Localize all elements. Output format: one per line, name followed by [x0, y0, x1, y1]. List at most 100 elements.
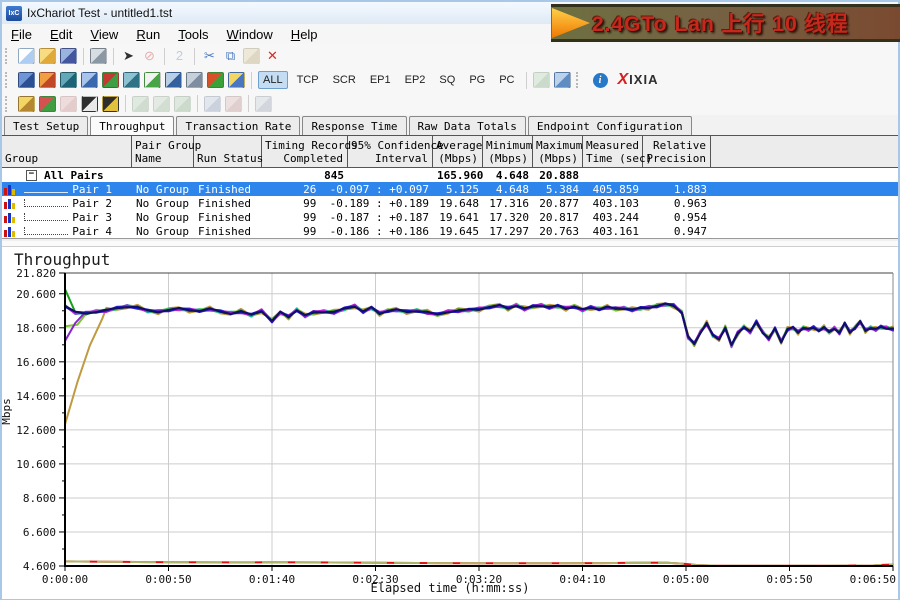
add-multicast-group-icon[interactable] — [81, 72, 98, 88]
y-tick-label: 10.600 — [16, 458, 56, 471]
new-group-icon[interactable] — [18, 96, 35, 112]
average-cell: 19.645 — [433, 225, 483, 238]
menu-item-tools[interactable]: Tools — [169, 26, 217, 43]
y-tick-label: 16.600 — [16, 356, 56, 369]
tab-endpoint-configuration[interactable]: Endpoint Configuration — [528, 116, 692, 135]
toolbar-separator — [197, 95, 198, 112]
run-status-cell: Finished — [194, 183, 262, 196]
collapse-icon[interactable]: − — [26, 170, 37, 181]
filter-pc[interactable]: PC — [494, 71, 519, 89]
replicate-pair-icon[interactable] — [207, 72, 224, 88]
toolbar-separator — [526, 72, 527, 89]
cut-icon[interactable]: ✂ — [201, 48, 218, 64]
menu-item-window[interactable]: Window — [218, 26, 282, 43]
column-header-1[interactable]: Pair GroupName — [132, 136, 194, 167]
open-test-icon[interactable] — [39, 48, 56, 64]
column-header-8[interactable]: MeasuredTime (sec) — [583, 136, 643, 167]
edit-pair-icon[interactable] — [144, 72, 161, 88]
add-video-pair-icon[interactable] — [60, 72, 77, 88]
add-pair-icon[interactable] — [18, 72, 35, 88]
banner-text: 2.4GTo Lan 上行 10 线程 — [592, 8, 849, 38]
add-voip-hardware-pair-icon[interactable] — [123, 72, 140, 88]
column-header-5[interactable]: Average(Mbps) — [433, 136, 483, 167]
filter-all[interactable]: ALL — [258, 71, 288, 89]
menu-item-file[interactable]: File — [2, 26, 41, 43]
menu-item-edit[interactable]: Edit — [41, 26, 81, 43]
average-cell: 19.648 — [433, 197, 483, 210]
filter-pg[interactable]: PG — [464, 71, 490, 89]
records-confidence-cell: 99 -0.186 : +0.186 — [262, 225, 433, 238]
column-header-4[interactable]: 95% ConfidenceInterval — [348, 136, 433, 167]
y-tick-label: 6.600 — [23, 526, 56, 539]
new-test-icon[interactable] — [18, 48, 35, 64]
menu-item-view[interactable]: View — [81, 26, 127, 43]
table-row-all-pairs[interactable]: −All Pairs845165.9604.64820.888 — [2, 168, 898, 182]
column-header-7[interactable]: Maximum(Mbps) — [533, 136, 583, 167]
toolbar-separator — [194, 48, 195, 65]
pair-chart-icon — [4, 184, 16, 195]
records-confidence-cell: 99 -0.189 : +0.189 — [262, 197, 433, 210]
swap-endpoints-icon[interactable] — [186, 72, 203, 88]
precision-cell: 0.954 — [643, 211, 711, 224]
tab-test-setup[interactable]: Test Setup — [4, 116, 88, 135]
promo-banner: 2.4GTo Lan 上行 10 线程 — [551, 4, 900, 42]
column-header-6[interactable]: Minimum(Mbps) — [483, 136, 533, 167]
info-icon[interactable]: i — [593, 73, 608, 88]
records-confidence-cell: 99 -0.187 : +0.187 — [262, 211, 433, 224]
add-voip-pair-icon[interactable] — [39, 72, 56, 88]
column-header-9[interactable]: RelativePrecision — [643, 136, 711, 167]
column-header-3[interactable]: Timing RecordsCompleted — [262, 136, 348, 167]
edit-script-icon[interactable] — [165, 72, 182, 88]
tab-response-time[interactable]: Response Time — [302, 116, 406, 135]
menu-item-run[interactable]: Run — [127, 26, 169, 43]
app-icon: IxC — [6, 6, 22, 21]
toolbar-grip[interactable] — [5, 96, 12, 112]
ixia-logo-text: IXIA — [629, 72, 658, 87]
group-cell: Pair 2 — [2, 196, 132, 210]
add-hardware-pair-icon[interactable] — [102, 72, 119, 88]
group-map-icon[interactable] — [39, 96, 56, 112]
tab-raw-data-totals[interactable]: Raw Data Totals — [409, 116, 526, 135]
table-header: GroupPair GroupNameRun StatusTiming Reco… — [2, 135, 898, 168]
toolbar-groups — [2, 92, 898, 116]
finish-flags-icon[interactable] — [81, 96, 98, 112]
minimum-cell: 4.648 — [483, 183, 533, 196]
filter-tcp[interactable]: TCP — [292, 71, 324, 89]
filter-scr[interactable]: SCR — [328, 71, 361, 89]
renumber-pairs-icon[interactable] — [228, 72, 245, 88]
delete-icon[interactable]: ✕ — [264, 48, 281, 64]
copy-icon[interactable]: ⧉ — [222, 48, 239, 64]
tab-throughput[interactable]: Throughput — [90, 116, 174, 136]
y-tick-label: 8.600 — [23, 492, 56, 505]
filter-ep1[interactable]: EP1 — [365, 71, 396, 89]
ixchariot-window: IxC IxChariot Test - untitled1.tst FileE… — [0, 0, 900, 600]
measured-time-cell: 403.244 — [583, 211, 643, 224]
run-status-cell: Finished — [194, 225, 262, 238]
table-row-pair-2[interactable]: Pair 2No GroupFinished99 -0.189 : +0.189… — [2, 196, 898, 210]
tree-connector — [24, 185, 68, 193]
tab-transaction-rate[interactable]: Transaction Rate — [176, 116, 300, 135]
menu-item-help[interactable]: Help — [282, 26, 327, 43]
print-icon[interactable] — [90, 48, 107, 64]
throughput-chart: 21.82020.60018.60016.60014.60012.60010.6… — [2, 247, 898, 599]
all-pairs-label: All Pairs — [44, 169, 104, 182]
average-cell: 19.641 — [433, 211, 483, 224]
filter-ep2[interactable]: EP2 — [400, 71, 431, 89]
upload-results-icon[interactable] — [554, 72, 571, 88]
toolbar-grip[interactable] — [5, 48, 12, 64]
annotate-flag-icon[interactable] — [102, 96, 119, 112]
table-row-pair-4[interactable]: Pair 4No GroupFinished99 -0.186 : +0.186… — [2, 224, 898, 238]
filter-sq[interactable]: SQ — [434, 71, 460, 89]
column-header-2[interactable]: Run Status — [194, 136, 262, 167]
toolbar-grip[interactable] — [576, 72, 583, 88]
column-header-0[interactable]: Group — [2, 136, 132, 167]
save-test-icon[interactable] — [60, 48, 77, 64]
toolbar-grip[interactable] — [5, 72, 12, 88]
precision-cell: 0.947 — [643, 225, 711, 238]
rerun-test-icon: 2 — [171, 48, 188, 64]
table-row-pair-1[interactable]: Pair 1No GroupFinished26 -0.097 : +0.097… — [2, 182, 898, 196]
records-cell: 845 — [262, 169, 348, 182]
table-row-pair-3[interactable]: Pair 3No GroupFinished99 -0.187 : +0.187… — [2, 210, 898, 224]
run-test-icon[interactable]: ➤ — [120, 48, 137, 64]
y-tick-label: 12.600 — [16, 424, 56, 437]
